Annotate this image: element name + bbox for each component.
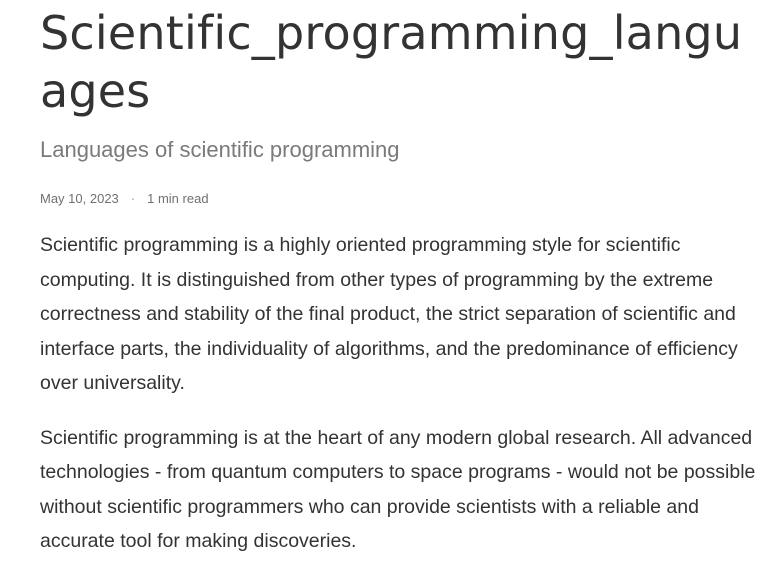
article-body: Scientific programming is a highly orien…: [40, 228, 762, 559]
article: Scientific_programming_languages Languag…: [40, 0, 762, 579]
post-meta: May 10, 2023 · 1 min read: [40, 190, 762, 208]
page-title: Scientific_programming_languages: [40, 6, 743, 118]
meta-separator: ·: [130, 191, 136, 206]
publish-date: May 10, 2023: [40, 191, 119, 206]
page-subtitle: Languages of scientific programming: [40, 137, 400, 162]
read-time: 1 min read: [147, 191, 209, 206]
body-paragraph: Scientific programming is at the heart o…: [40, 426, 756, 553]
body-paragraph: Scientific programming is a highly orien…: [40, 234, 738, 394]
